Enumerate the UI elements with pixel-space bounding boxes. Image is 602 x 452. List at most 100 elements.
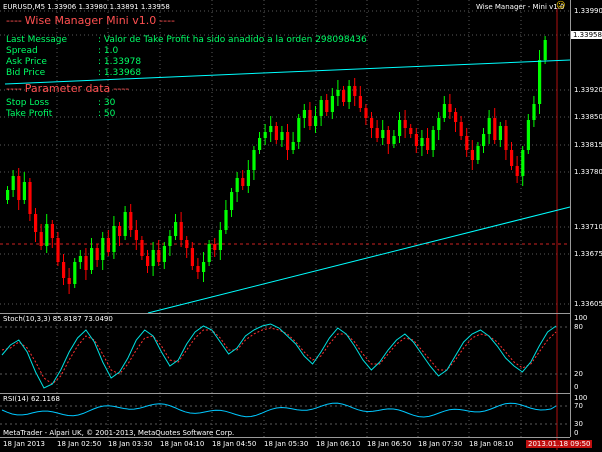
candle-body [448, 104, 452, 112]
candle-body [358, 96, 362, 108]
rsi-panel[interactable] [0, 402, 570, 425]
time-tick: 18 Jan 2013 [3, 440, 45, 448]
candle-body [470, 150, 474, 160]
candle-body [22, 182, 26, 200]
candle-body [342, 90, 346, 102]
candle-body [78, 256, 82, 262]
stoch-main-line [1, 323, 557, 389]
rsi-tick: 100 [574, 394, 588, 402]
candle-body [381, 130, 385, 138]
candle-body [330, 96, 334, 112]
candle-body [291, 142, 295, 150]
candle-body [442, 104, 446, 118]
candle-body [286, 132, 290, 150]
candle-body [487, 118, 491, 134]
rsi-tick: 70 [574, 402, 583, 410]
candle-body [196, 266, 200, 272]
candle-body [398, 120, 402, 136]
param-row-take-profit: Take Profit: 50 [6, 109, 116, 119]
candle-body [336, 90, 340, 96]
time-tick: 18 Jan 08:10 [469, 440, 514, 448]
candle-body [190, 248, 194, 266]
lower-trendline[interactable] [147, 206, 571, 314]
stoch-tick: 100 [574, 314, 588, 322]
indicator-name: Wise Manager - Mini v1.0 [476, 3, 565, 11]
candle-body [224, 210, 228, 230]
candle-body [353, 86, 357, 96]
candle-body [95, 248, 99, 260]
param-header: ---- Parameter data ---- [6, 82, 130, 95]
candle-body [543, 40, 547, 60]
candle-body [426, 138, 430, 150]
candle-body [370, 118, 374, 128]
candle-body [73, 262, 77, 284]
candle-body [174, 222, 178, 236]
candle-body [308, 110, 312, 126]
candle-body [459, 122, 463, 136]
price-tick: 1.33605 [574, 300, 602, 308]
rsi-tick: 30 [574, 420, 583, 428]
smiley-icon[interactable]: ☺ [556, 1, 565, 11]
candle-body [34, 214, 38, 232]
candle-body [106, 238, 110, 252]
rsi-line [1, 402, 557, 418]
candle-body [280, 132, 284, 140]
candle-body [185, 240, 189, 248]
stoch-label: Stoch(10,3,3) 85.8187 73.0490 [3, 315, 113, 323]
candle-body [538, 60, 542, 104]
candle-body [476, 146, 480, 160]
candle-body [526, 120, 530, 150]
label-ask-price: Ask Price [6, 57, 47, 67]
candle-body [258, 138, 262, 150]
panel-header: ---- Wise Manager Mini v1.0 ---- [6, 14, 176, 27]
panel-row-spread: Spread: 1.0 [6, 46, 119, 56]
candle-body [515, 166, 519, 176]
candle-body [319, 100, 323, 116]
candle-body [465, 136, 469, 150]
candle-body [314, 116, 318, 126]
candle-body [151, 250, 155, 266]
candle-body [420, 138, 424, 146]
rsi-label: RSI(14) 62.1168 [3, 395, 60, 403]
price-tick: 1.33815 [574, 141, 602, 149]
candle-body [241, 178, 245, 186]
candle-body [50, 224, 54, 238]
value-take-profit: 50 [103, 109, 116, 119]
candle-body [118, 226, 122, 236]
value-bid-price: 1.33968 [103, 68, 142, 78]
price-tick: 1.33780 [574, 168, 602, 176]
candle-body [179, 222, 183, 240]
current-price-badge: 1.33958 [571, 31, 602, 39]
candle-body [146, 256, 150, 266]
rsi-tick: 0 [574, 429, 579, 437]
candle-body [437, 118, 441, 130]
time-tick: 18 Jan 05:30 [264, 440, 309, 448]
price-tick: 1.33675 [574, 250, 602, 258]
candle-body [129, 212, 133, 230]
label-stop-loss: Stop Loss [6, 98, 50, 108]
candle-body [28, 182, 32, 214]
candle-body [392, 136, 396, 144]
candle-body [246, 170, 250, 186]
param-row-stop-loss: Stop Loss: 30 [6, 98, 116, 108]
candle-body [230, 192, 234, 210]
label-spread: Spread [6, 46, 38, 56]
time-tick: 18 Jan 06:10 [316, 440, 361, 448]
candle-body [302, 110, 306, 118]
current-time-badge: 2013.01.18 09:50 [526, 440, 593, 448]
candle-body [17, 176, 21, 200]
candle-body [101, 238, 105, 260]
candle-body [123, 212, 127, 236]
time-tick: 18 Jan 04:50 [212, 440, 257, 448]
candle-body [498, 126, 502, 140]
candle-body [6, 190, 10, 200]
candle-body [39, 232, 43, 246]
label-bid-price: Bid Price [6, 68, 46, 78]
candle-body [386, 130, 390, 144]
candle-body [207, 244, 211, 262]
candle-body [364, 108, 368, 118]
candle-body [414, 134, 418, 146]
candle-body [510, 150, 514, 166]
stochastic-panel[interactable] [0, 323, 570, 389]
candle-body [157, 250, 161, 262]
